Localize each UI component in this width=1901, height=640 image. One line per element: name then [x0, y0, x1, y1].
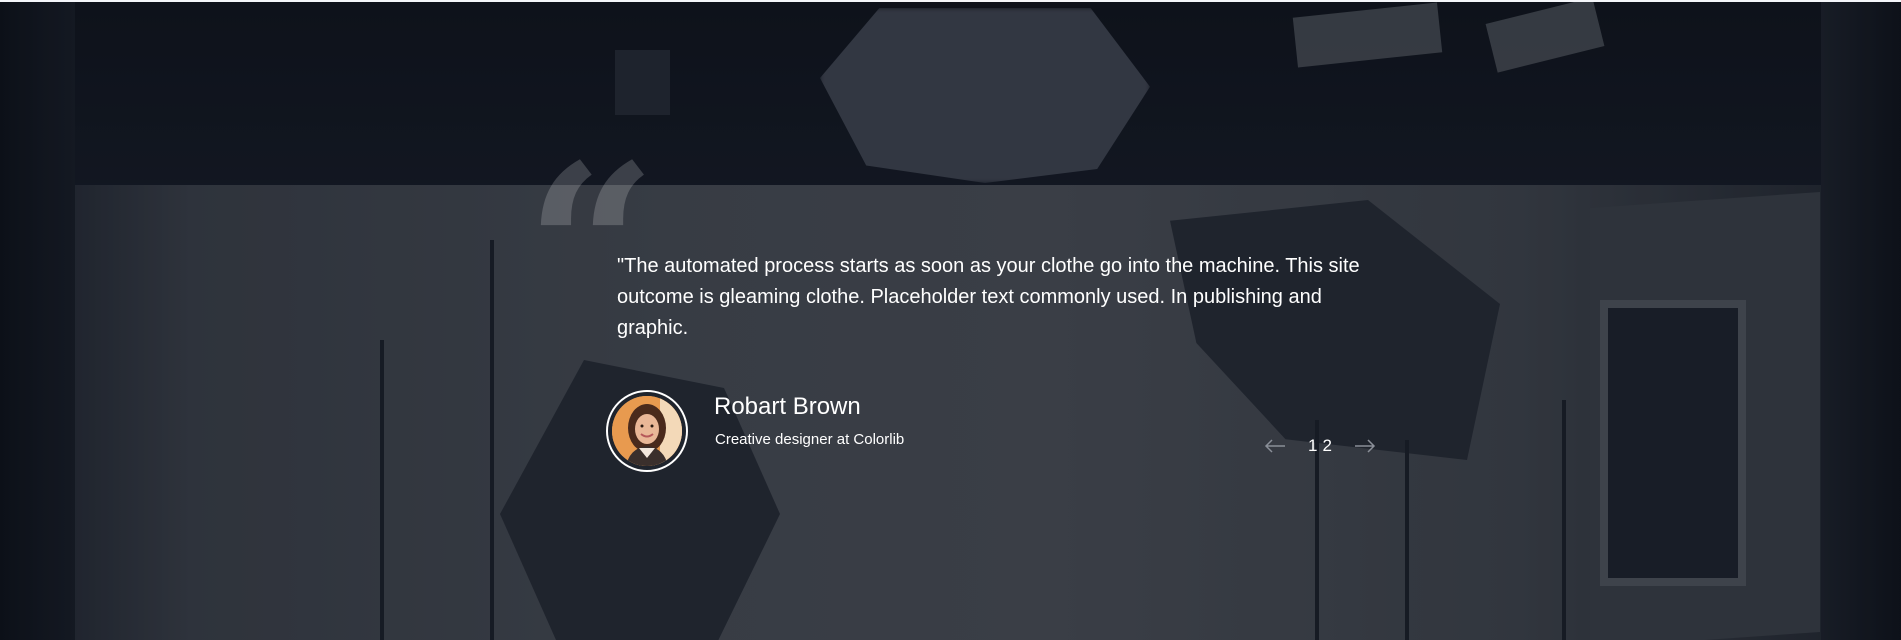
testimonial-quote: "The automated process starts as soon as… [617, 255, 1360, 339]
top-border [0, 0, 1901, 2]
author-role: Creative designer at Colorlib [715, 431, 905, 448]
avatar-portrait-icon [612, 396, 682, 466]
testimonial-item: “ "The automated process starts as soon … [0, 0, 1901, 640]
arrow-right-icon[interactable] [1352, 432, 1378, 460]
avatar-image [612, 396, 682, 466]
slider-pagination: 1 2 [1308, 436, 1332, 456]
author-avatar [606, 390, 688, 472]
arrow-left-icon[interactable] [1262, 432, 1288, 460]
testimonial-section: “ "The automated process starts as soon … [0, 0, 1901, 640]
slider-page-1[interactable]: 1 [1308, 436, 1317, 456]
slider-page-2[interactable]: 2 [1322, 436, 1331, 456]
slider-navigation: 1 2 [1262, 432, 1378, 460]
author-name: Robart Brown [714, 393, 861, 420]
